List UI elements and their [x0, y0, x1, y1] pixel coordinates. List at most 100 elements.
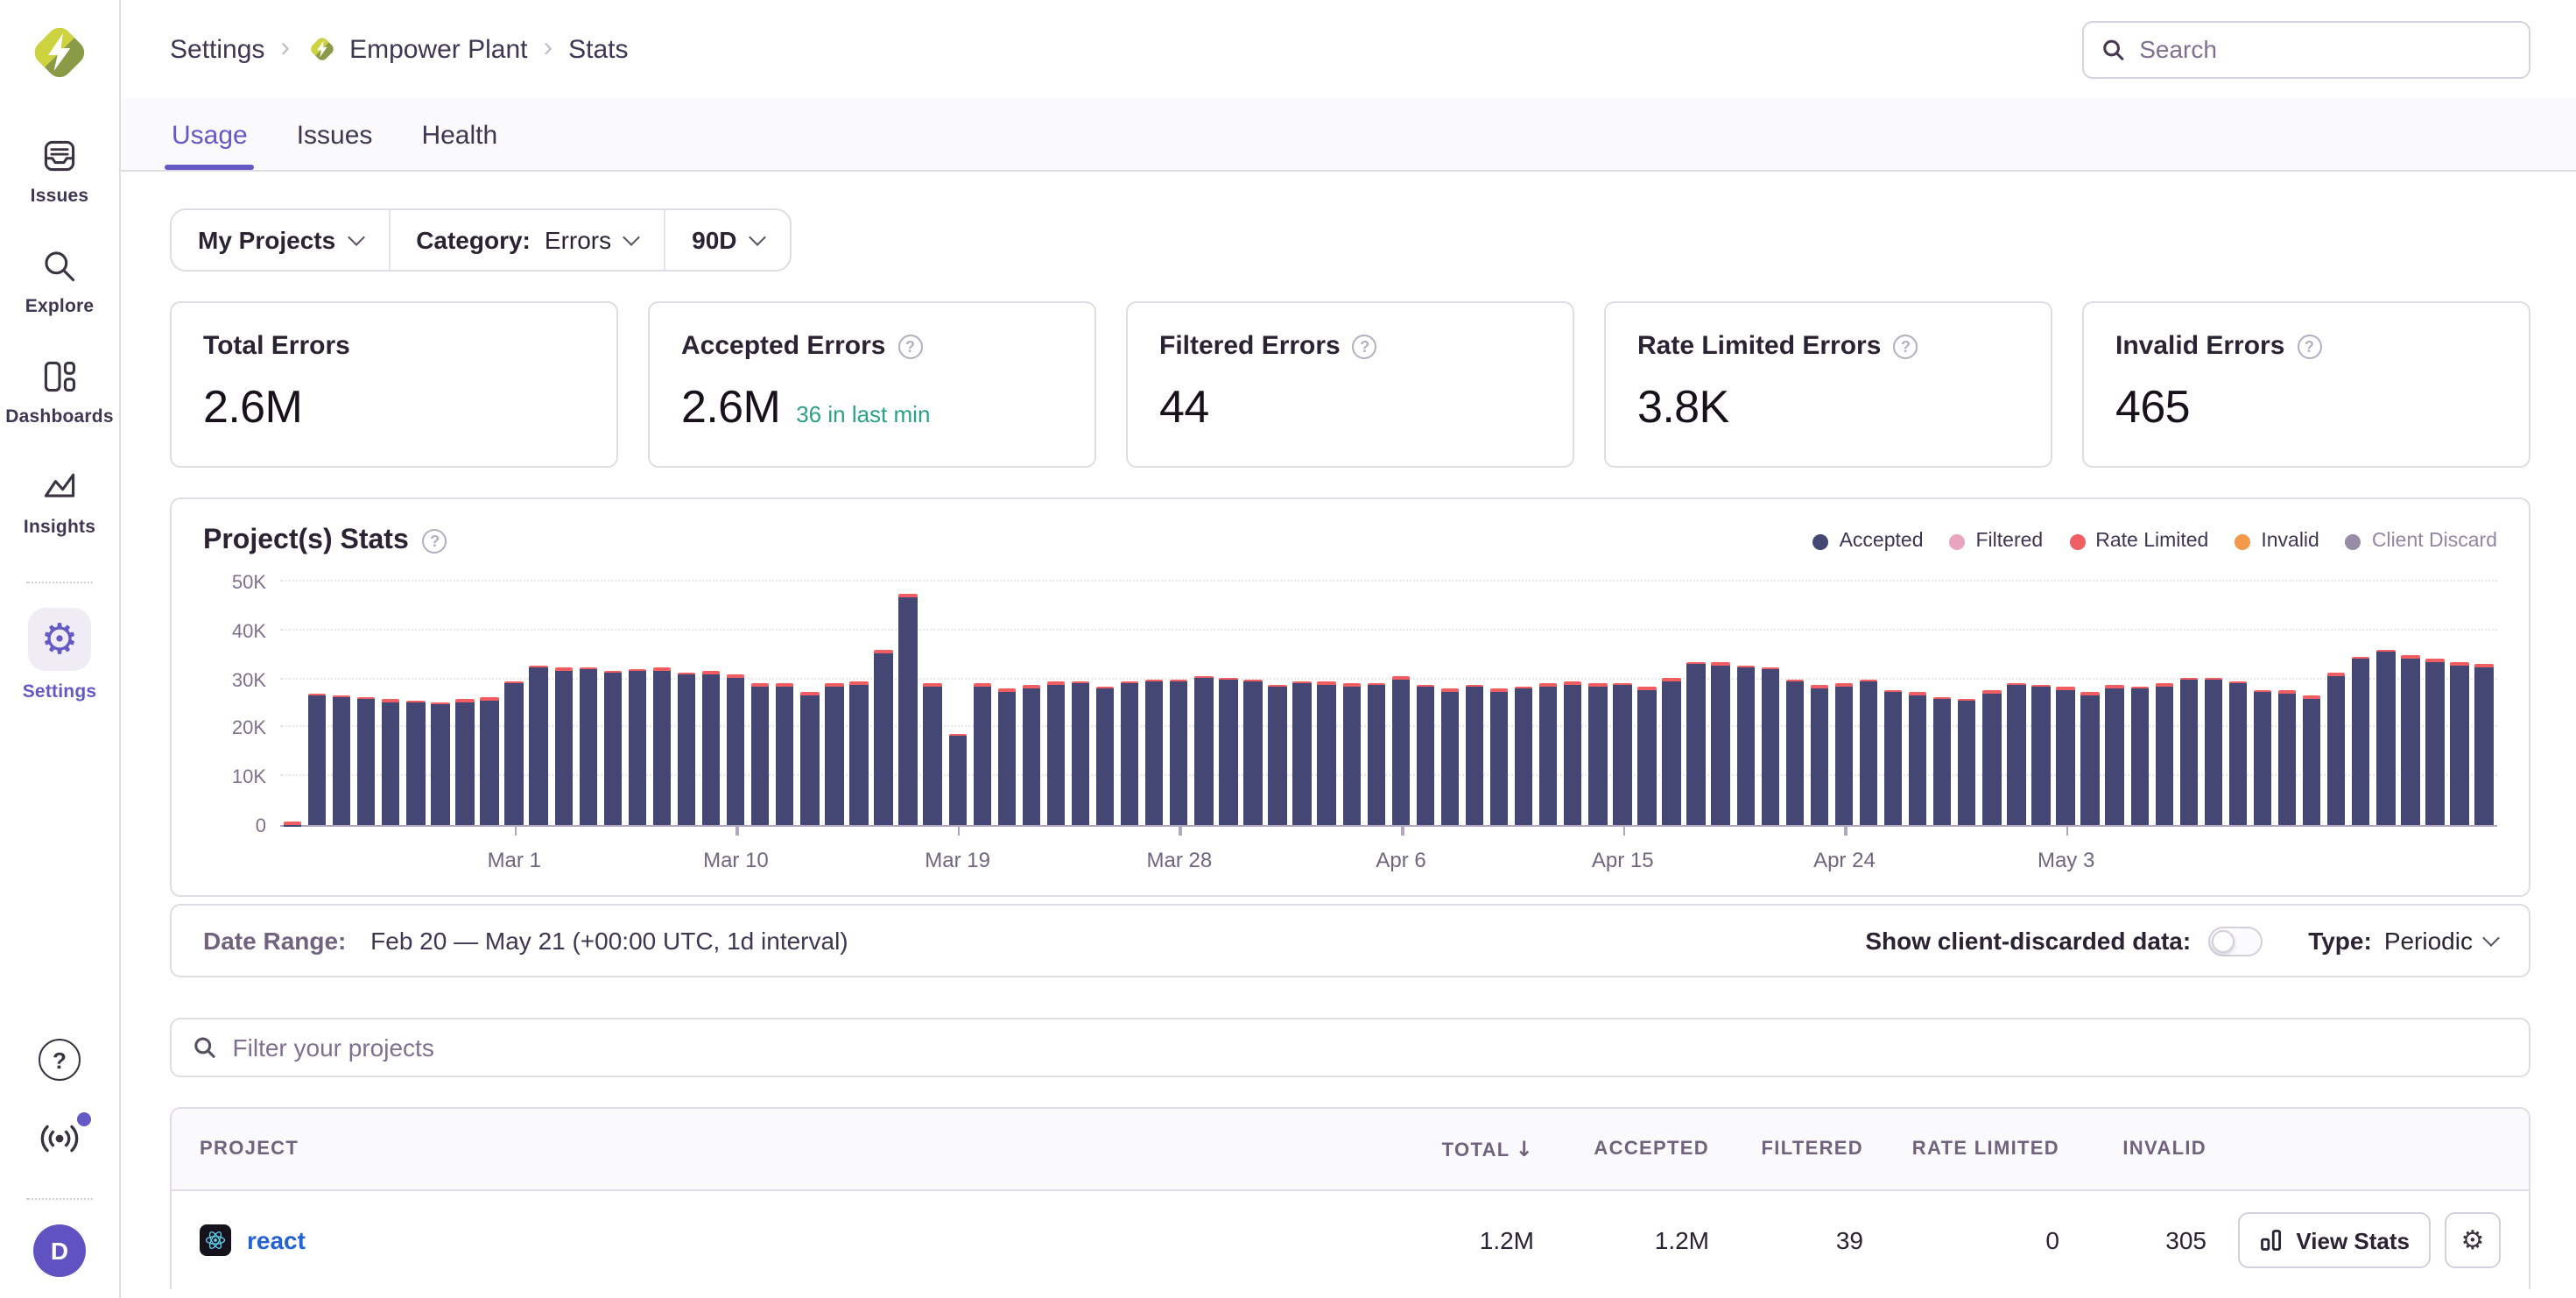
tab-health[interactable]: Health — [419, 103, 499, 170]
chart-bar[interactable] — [973, 683, 991, 825]
column-project[interactable]: PROJECT — [200, 1139, 1338, 1160]
chart-bar[interactable] — [1564, 682, 1582, 825]
chart-bar[interactable] — [1958, 698, 1976, 825]
column-rate-limited[interactable]: RATE LIMITED — [1863, 1139, 2059, 1160]
chart-bar[interactable] — [924, 684, 942, 825]
sidebar-item-issues[interactable]: Issues — [31, 137, 89, 207]
sidebar-item-explore[interactable]: Explore — [25, 247, 95, 317]
type-selector[interactable]: Type: Periodic — [2308, 927, 2497, 955]
chart-bar[interactable] — [1170, 679, 1188, 825]
help-icon[interactable]: ? — [1353, 334, 1377, 358]
chart-bar[interactable] — [1860, 680, 1878, 825]
whats-new-button[interactable] — [37, 1119, 82, 1167]
chart-bar[interactable] — [2007, 682, 2025, 825]
chart-bar[interactable] — [1269, 685, 1287, 825]
chart-bar[interactable] — [1933, 697, 1952, 825]
chart-bar[interactable] — [1712, 663, 1730, 825]
chart-bar[interactable] — [2032, 685, 2051, 825]
chart-bar[interactable] — [702, 671, 721, 825]
chart-bar[interactable] — [406, 700, 425, 825]
chart-bar[interactable] — [2179, 678, 2198, 825]
chart-bar[interactable] — [751, 684, 770, 825]
chart-bar[interactable] — [456, 699, 475, 825]
sidebar-item-dashboards[interactable]: Dashboards — [5, 357, 113, 427]
chart-bar[interactable] — [2204, 677, 2222, 825]
help-icon[interactable]: ? — [39, 1039, 81, 1081]
legend-item[interactable]: Filtered — [1950, 531, 2044, 552]
legend-item[interactable]: Accepted — [1813, 531, 1924, 552]
chart-bar[interactable] — [2106, 685, 2124, 825]
org-logo[interactable] — [25, 18, 95, 88]
chart-bar[interactable] — [554, 668, 573, 825]
chart-bar[interactable] — [2327, 673, 2346, 825]
chart-bar[interactable] — [308, 694, 327, 825]
client-discard-toggle[interactable] — [2208, 926, 2263, 956]
chart-bar[interactable] — [2376, 650, 2395, 825]
period-selector[interactable]: 90D — [664, 210, 789, 270]
chart-bar[interactable] — [825, 684, 843, 825]
chart-bar[interactable] — [2303, 695, 2321, 825]
breadcrumb-org[interactable]: Empower Plant — [306, 33, 527, 65]
chart-bar[interactable] — [2475, 664, 2494, 825]
chart-bar[interactable] — [1736, 665, 1755, 825]
help-icon[interactable]: ? — [1893, 334, 1918, 358]
chart-bar[interactable] — [1367, 682, 1385, 825]
chart-bar[interactable] — [1416, 685, 1434, 825]
chart-bar[interactable] — [1613, 682, 1631, 825]
chart-bar[interactable] — [1785, 679, 1804, 825]
chart-bar[interactable] — [1047, 682, 1066, 825]
tab-usage[interactable]: Usage — [170, 103, 250, 170]
chart-bar[interactable] — [431, 702, 449, 825]
chart-bar[interactable] — [2155, 684, 2173, 825]
chart-bar[interactable] — [603, 671, 622, 825]
chart-bar[interactable] — [2229, 681, 2248, 825]
column-invalid[interactable]: INVALID — [2059, 1139, 2206, 1160]
chart-bar[interactable] — [1810, 685, 1828, 825]
chart-bar[interactable] — [333, 695, 351, 825]
chart-bar[interactable] — [1588, 683, 1607, 825]
project-filter[interactable] — [170, 1018, 2530, 1077]
chart-bar[interactable] — [1318, 682, 1336, 825]
chart-bar[interactable] — [1342, 684, 1361, 825]
chart-bar[interactable] — [1145, 679, 1164, 825]
chart-bar[interactable] — [2278, 691, 2297, 825]
chart-bar[interactable] — [727, 674, 745, 825]
chart-bar[interactable] — [1909, 693, 1927, 825]
chart-bar[interactable] — [530, 666, 548, 825]
column-accepted[interactable]: ACCEPTED — [1534, 1139, 1709, 1160]
chart-bar[interactable] — [2426, 660, 2445, 825]
sidebar-item-insights[interactable]: Insights — [24, 468, 95, 538]
tab-issues[interactable]: Issues — [295, 103, 375, 170]
chart-bar[interactable] — [1293, 681, 1312, 825]
project-selector[interactable]: My Projects — [172, 210, 388, 270]
chart-bar[interactable] — [1515, 686, 1533, 825]
chart-bar[interactable] — [579, 667, 597, 825]
chart-bar[interactable] — [1072, 681, 1090, 825]
chart-bar[interactable] — [1835, 684, 1854, 825]
chart-bar[interactable] — [1441, 688, 1460, 825]
chart-bar[interactable] — [1884, 689, 1903, 825]
help-icon[interactable]: ? — [2297, 334, 2321, 358]
breadcrumb-settings[interactable]: Settings — [170, 34, 264, 64]
chart-bar[interactable] — [653, 668, 672, 825]
help-icon[interactable]: ? — [897, 334, 922, 358]
avatar[interactable]: D — [33, 1224, 86, 1277]
chart-bar[interactable] — [948, 734, 967, 825]
chart-bar[interactable] — [1244, 679, 1263, 825]
breadcrumb-stats[interactable]: Stats — [568, 34, 628, 64]
legend-item[interactable]: Invalid — [2235, 531, 2319, 552]
chart-bar[interactable] — [875, 650, 893, 825]
chart-bar[interactable] — [2130, 687, 2149, 825]
search-input[interactable] — [2139, 35, 2511, 63]
column-filtered[interactable]: FILTERED — [1709, 1139, 1863, 1160]
chart-bar[interactable] — [357, 697, 376, 825]
chart-bar[interactable] — [505, 681, 524, 825]
chart-bar[interactable] — [2451, 663, 2469, 825]
chart-bar[interactable] — [1096, 686, 1115, 825]
chart-bar[interactable] — [382, 700, 400, 825]
chart-bar[interactable] — [997, 688, 1016, 825]
global-search[interactable] — [2082, 20, 2530, 78]
help-icon[interactable]: ? — [423, 529, 447, 554]
chart-bar[interactable] — [1219, 678, 1237, 825]
legend-item[interactable]: Client Discard — [2346, 531, 2497, 552]
